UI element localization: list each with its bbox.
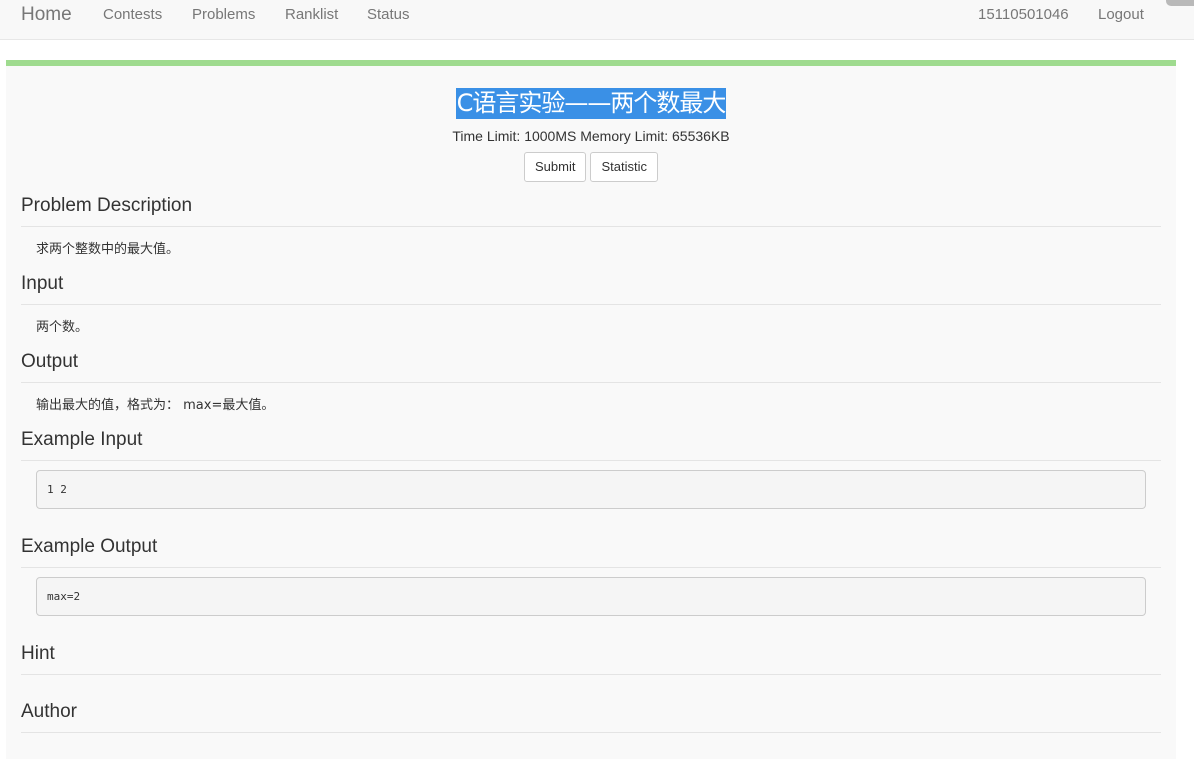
divider bbox=[21, 226, 1161, 227]
divider bbox=[21, 674, 1161, 675]
divider bbox=[21, 460, 1161, 461]
nav-logout-link[interactable]: Logout bbox=[1098, 0, 1144, 30]
example-input-block: 1 2 bbox=[36, 470, 1146, 509]
submit-button[interactable]: Submit bbox=[524, 152, 587, 182]
corner-tab[interactable] bbox=[1166, 0, 1194, 6]
divider bbox=[21, 732, 1161, 733]
input-text: 两个数。 bbox=[36, 320, 89, 335]
problem-actions: Submit Statistic bbox=[6, 152, 1176, 182]
description-text: 求两个整数中的最大值。 bbox=[36, 242, 180, 257]
nav-problems-link[interactable]: Problems bbox=[192, 0, 255, 30]
divider bbox=[21, 567, 1161, 568]
output-heading: Output bbox=[21, 351, 79, 372]
nav-contests-link[interactable]: Contests bbox=[103, 0, 162, 30]
author-heading: Author bbox=[21, 701, 77, 722]
problem-limits: Time Limit: 1000MS Memory Limit: 65536KB bbox=[452, 128, 730, 144]
divider bbox=[21, 382, 1161, 383]
output-text: 输出最大的值，格式为： max=最大值。 bbox=[36, 398, 275, 413]
problem-title-wrap: C语言实验——两个数最大 bbox=[6, 88, 1176, 119]
hint-heading: Hint bbox=[21, 643, 55, 664]
input-heading: Input bbox=[21, 273, 64, 294]
problem-title: C语言实验——两个数最大 bbox=[455, 88, 727, 119]
nav-home-link[interactable]: Home bbox=[21, 0, 72, 30]
nav-status-link[interactable]: Status bbox=[367, 0, 410, 30]
statistic-button[interactable]: Statistic bbox=[590, 152, 658, 182]
divider bbox=[21, 304, 1161, 305]
top-navbar: Home Contests Problems Ranklist Status 1… bbox=[0, 0, 1194, 40]
example-input-heading: Example Input bbox=[21, 429, 143, 450]
nav-user-link[interactable]: 15110501046 bbox=[978, 0, 1069, 30]
description-heading: Problem Description bbox=[21, 195, 193, 216]
problem-panel: C语言实验——两个数最大 Time Limit: 1000MS Memory L… bbox=[6, 60, 1176, 759]
example-output-heading: Example Output bbox=[21, 536, 158, 557]
nav-ranklist-link[interactable]: Ranklist bbox=[285, 0, 338, 30]
example-output-block: max=2 bbox=[36, 577, 1146, 616]
